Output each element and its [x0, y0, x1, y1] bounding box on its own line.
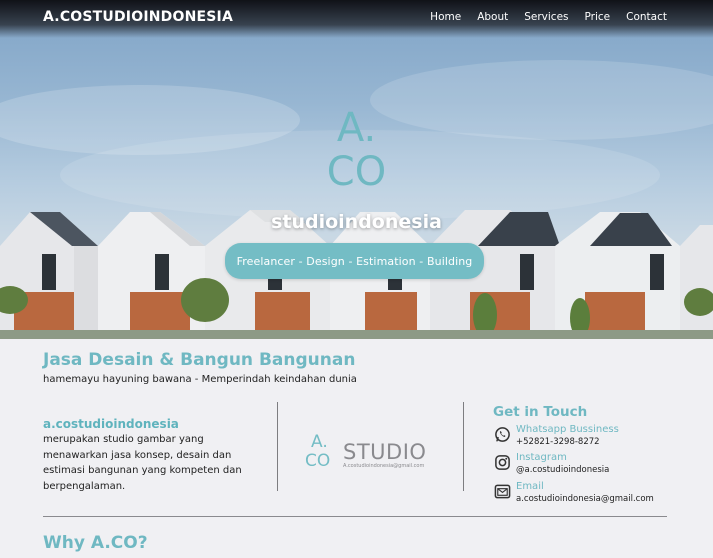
hero-tagline-pill: Freelancer - Design - Estimation - Build… [225, 243, 484, 279]
contact-label-email: Email [516, 481, 544, 492]
contact-label-instagram: Instagram [516, 452, 567, 463]
nav-link-contact[interactable]: Contact [626, 11, 667, 23]
hero-subtitle: studioindonesia [271, 211, 442, 233]
intro-tagline: hamemayu hayuning bawana - Memperindah k… [43, 374, 357, 385]
nav-link-about[interactable]: About [477, 11, 508, 23]
hero-banner: A.COSTUDIOINDONESIA Home About Services … [0, 0, 713, 339]
about-name: a.costudioindonesia [43, 417, 179, 431]
brand-logo-text[interactable]: A.COSTUDIOINDONESIA [43, 9, 233, 25]
instagram-icon [495, 455, 510, 470]
nav-link-services[interactable]: Services [524, 11, 568, 23]
hero-logo-a: A. [336, 105, 377, 151]
contact-label-whatsapp: Whatsapp Bussiness [516, 424, 619, 435]
contact-item-whatsapp[interactable]: Whatsapp Bussiness +52821-3298-8272 [493, 424, 683, 450]
studio-logo-a: A. [311, 432, 328, 452]
contact-item-email[interactable]: Email a.costudioindonesia@gmail.com [493, 481, 683, 507]
about-description: merupakan studio gambar yang menawarkan … [43, 434, 242, 492]
whatsapp-icon [495, 427, 510, 442]
contact-title: Get in Touch [493, 404, 588, 420]
studio-logo: A. CO STUDIO A.costudioindonesia@gmail.c… [305, 432, 445, 476]
studio-logo-word: STUDIO [343, 440, 427, 464]
why-title: Why A.CO? [43, 533, 148, 553]
studio-logo-email: A.costudioindonesia@gmail.com [343, 463, 425, 469]
contact-value-email: a.costudioindonesia@gmail.com [516, 494, 654, 504]
nav-menu: Home About Services Price Contact [430, 11, 667, 23]
nav-link-home[interactable]: Home [430, 11, 461, 23]
contact-value-instagram: @a.costudioindonesia [516, 465, 610, 475]
intro-title: Jasa Desain & Bangun Bangunan [43, 350, 356, 370]
section-divider [43, 516, 667, 517]
studio-logo-co: CO [305, 451, 331, 471]
email-icon [494, 484, 511, 499]
column-divider-left [277, 402, 278, 491]
top-navbar: A.COSTUDIOINDONESIA Home About Services … [0, 0, 713, 38]
contact-value-whatsapp: +52821-3298-8272 [516, 437, 600, 447]
hero-logo-co: CO [326, 149, 387, 195]
column-divider-right [463, 402, 464, 491]
contact-item-instagram[interactable]: Instagram @a.costudioindonesia [493, 452, 683, 478]
nav-link-price[interactable]: Price [585, 11, 611, 23]
